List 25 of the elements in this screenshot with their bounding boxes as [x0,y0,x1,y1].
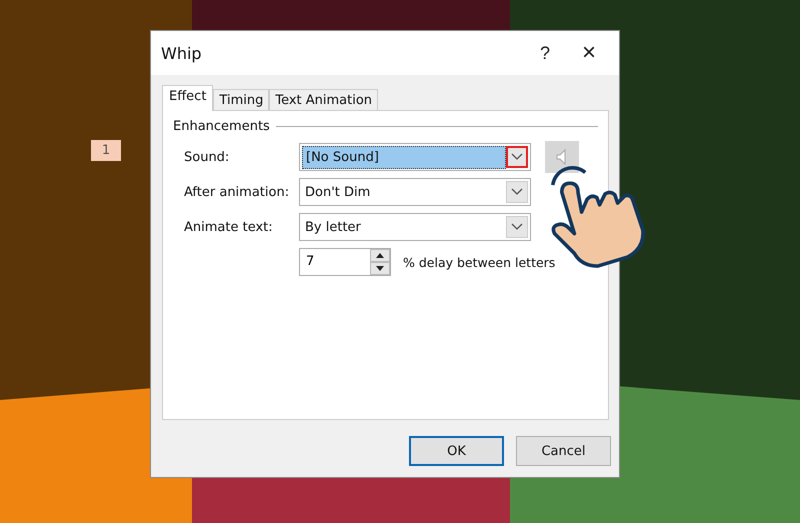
delay-spinbox[interactable]: 7 [299,248,391,276]
slide-number-badge: 1 [91,140,121,161]
tab[interactable]: Text Animation [269,89,378,111]
delay-label: % delay between letters [403,254,556,270]
window-title: Whip [161,44,203,62]
group-title: Enhancements [173,119,270,134]
dropdown[interactable]: By letter [299,213,531,241]
dropdown[interactable]: [No Sound] [299,143,531,171]
dropdown-value: [No Sound] [302,146,506,168]
dropdown-value: Don't Dim [304,184,372,202]
speaker-button[interactable] [545,141,579,173]
dropdown[interactable]: Don't Dim [299,178,531,206]
tab[interactable]: Effect [162,85,214,111]
field-label: Sound: [183,150,230,164]
field-label: After animation: [183,184,290,200]
close-button[interactable]: × [567,33,611,73]
spin-value: 7 [305,253,316,271]
dropdown-value: By letter [304,218,362,236]
tab[interactable]: Timing [213,89,270,111]
spin-down-icon[interactable] [370,262,390,275]
field-label: Animate text: [183,220,274,234]
help-button[interactable]: ? [523,33,567,73]
spin-up-icon[interactable] [370,249,390,262]
ok-button[interactable]: OK [409,436,504,466]
cancel-button[interactable]: Cancel [516,436,611,466]
